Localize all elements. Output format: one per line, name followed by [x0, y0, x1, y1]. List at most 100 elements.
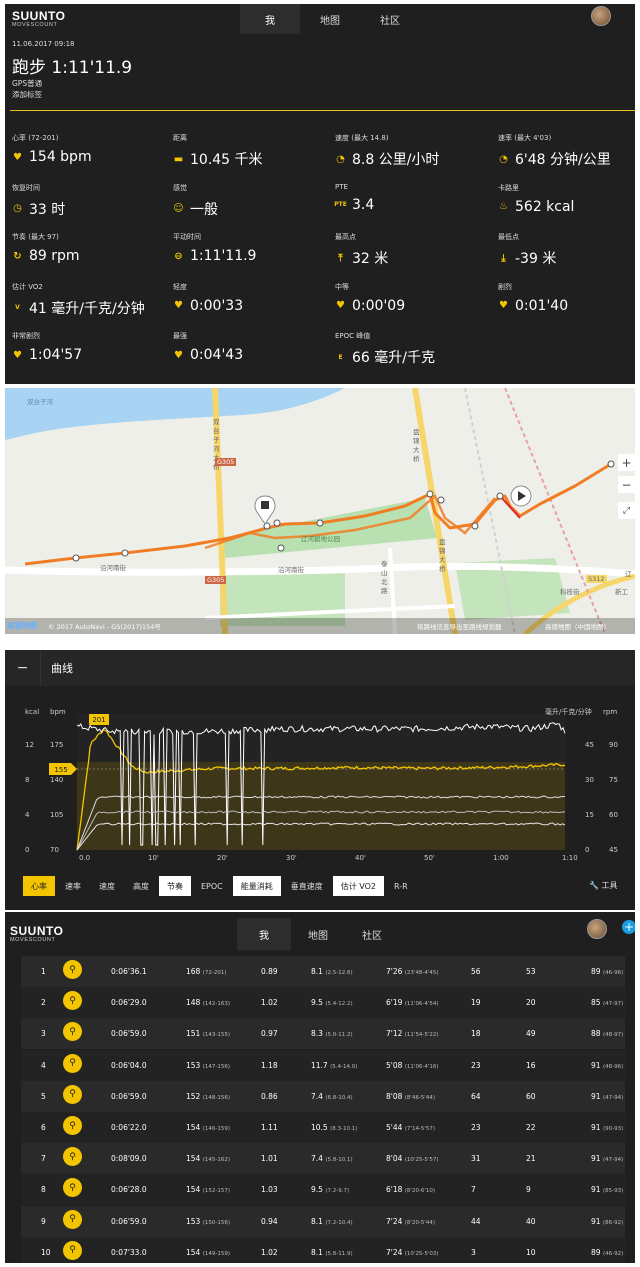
map-canvas[interactable]	[5, 388, 635, 634]
tools-label: 工具	[601, 881, 618, 890]
kcal-tick: 0	[25, 846, 29, 854]
nav-tab-community[interactable]: 社区	[360, 4, 420, 34]
lap-duration: 0:07'33.0	[111, 1247, 147, 1257]
suunto-logo[interactable]: SUUNTO MOVESCOUNT	[12, 9, 65, 28]
smiley-icon: ☺	[173, 203, 184, 214]
lap-speed: 8.1 (7.2-10.4)	[311, 1217, 353, 1226]
table-row[interactable]: 10 ⚲ 0:07'33.0 154 (149-159) 1.02 8.1 (5.8-11…	[21, 1236, 625, 1263]
lap-cad-value: 85	[591, 998, 601, 1008]
lap-cadence: 91 (86-92)	[591, 1217, 623, 1226]
nav-tab-map[interactable]: 地图	[300, 4, 360, 34]
metric-chip[interactable]: 心率	[23, 876, 55, 896]
stat-label: 距离	[173, 134, 187, 142]
avatar[interactable]	[591, 6, 611, 26]
lap-number: 5	[41, 1091, 46, 1101]
lap-pte: 1.01	[261, 1154, 278, 1164]
tools-button[interactable]: 🔧 工具	[589, 880, 618, 891]
metric-chip[interactable]: 速度	[91, 876, 123, 896]
nav-tab-me-2[interactable]: 我	[237, 918, 291, 950]
table-row[interactable]: 9 ⚲ 0:06'59.0 153 (150-156) 0.94 8.1 (7.2-10.…	[21, 1205, 625, 1237]
lap-cad-range: (48-96)	[602, 1063, 624, 1070]
rpm-tick: 45	[609, 846, 618, 854]
lap-heart-rate: 168 (72-201)	[186, 967, 227, 976]
fullscreen-icon[interactable]: ⤢	[618, 502, 635, 519]
top-nav-2: SUUNTO MOVESCOUNT 我 地图 社区 +	[5, 912, 635, 954]
lap-speed-value: 7.4	[311, 1154, 323, 1164]
lap-speed-range: (7.2-10.4)	[325, 1219, 353, 1226]
pace-tick: 0	[585, 846, 589, 854]
lap-cadence: 91 (47-94)	[591, 1092, 623, 1101]
table-row[interactable]: 6 ⚲ 0:06'22.0 154 (146-159) 1.11 10.5 (8.3-10…	[21, 1112, 625, 1143]
nav-tab-community-2[interactable]: 社区	[345, 918, 399, 950]
lap-hr-value: 154	[186, 1185, 201, 1195]
table-row[interactable]: 7 ⚲ 0:08'09.0 154 (145-162) 1.01 7.4 (5.8-10.…	[21, 1143, 625, 1175]
stat-value: 32 米	[352, 251, 389, 267]
map-source[interactable]: 高德地图（中国地图）	[545, 621, 610, 631]
curve-chart[interactable]: kcal bpm 毫升/千克/分钟 rpm 12 8 4 0 175 140 105 70 45 30 15…	[5, 702, 635, 872]
rpm-tick: 75	[609, 776, 618, 784]
map-label-street-b: 沿河南街	[278, 566, 304, 574]
table-row[interactable]: 2 ⚲ 0:06'29.0 148 (142-163) 1.02 9.5 (5.4-12.…	[21, 987, 625, 1019]
metric-chip[interactable]: 能量消耗	[232, 876, 281, 896]
metric-chip[interactable]: EPOC	[193, 876, 231, 896]
add-button[interactable]: +	[622, 920, 635, 934]
stat-label: 最低点	[498, 233, 519, 241]
stat-value: -39 米	[515, 251, 557, 267]
nav-tab-me[interactable]: 我	[240, 4, 300, 34]
amap-logo: 高德地图	[7, 621, 37, 630]
avatar-2[interactable]	[587, 919, 607, 939]
metric-chip[interactable]: 估计 VO2	[332, 876, 385, 896]
zoom-out-button[interactable]: −	[618, 476, 635, 493]
table-row[interactable]: 3 ⚲ 0:06'59.0 151 (143-155) 0.97 8.3 (5.0-11.…	[21, 1018, 625, 1050]
map-label-street: 沿河南街	[100, 564, 126, 572]
metric-chip[interactable]: 垂直速度	[283, 876, 331, 896]
table-row[interactable]: 4 ⚲ 0:06'04.0 153 (147-156) 1.18 11.7 (5.4-14…	[21, 1049, 625, 1081]
stop-icon	[261, 501, 269, 509]
divider	[10, 110, 635, 111]
lap-hr-range: (146-159)	[202, 1126, 230, 1132]
lap-descent: 53	[526, 967, 536, 976]
arrow-up-icon: ⤒	[338, 252, 343, 264]
lap-speed-range: (5.4-14.0)	[330, 1063, 358, 1070]
metric-chip[interactable]: 高度	[125, 876, 157, 896]
stat-item: 非常剧烈 ♥ 1:04'57	[12, 331, 82, 363]
lap-pace: 8'08 (8'46-5'44)	[386, 1092, 435, 1101]
lap-speed: 8.3 (5.0-11.2)	[311, 1029, 353, 1038]
lap-number: 7	[41, 1154, 46, 1164]
lap-hr-value: 152	[186, 1091, 201, 1101]
lap-hr-value: 148	[186, 998, 201, 1008]
metric-chip[interactable]: 节奏	[159, 876, 191, 896]
nav-tab-map-2[interactable]: 地图	[291, 918, 345, 950]
stat-label: 估计 VO2	[12, 282, 43, 291]
logo-text: SUUNTO	[12, 9, 66, 23]
lap-descent: 21	[526, 1154, 536, 1164]
rpm-tick: 90	[609, 741, 618, 749]
nav-tabs-2: 我 地图 社区	[237, 918, 399, 950]
route-map[interactable]: 双台子河 双台子河大桥 盘锦大桥 G305 G305 辽河碧地公园 沿河南街 沿…	[5, 388, 635, 634]
hr-max-label: 201	[92, 716, 105, 724]
stat-item: 速度 (最大 14.8) ◔ 8.8 公里/小时	[335, 133, 439, 169]
lap-pte: 1.18	[261, 1060, 278, 1070]
lap-number: 3	[41, 1029, 46, 1039]
stat-item: 最强 ♥ 0:04'43	[173, 331, 243, 363]
zoom-in-button[interactable]: +	[618, 454, 635, 471]
hr-avg-label: 155	[54, 766, 67, 774]
table-row[interactable]: 8 ⚲ 0:06'28.0 154 (152-157) 1.03 9.5 (7.2-9.7…	[21, 1174, 625, 1206]
collapse-button[interactable]: −	[5, 650, 41, 686]
lap-number: 8	[41, 1185, 46, 1195]
stat-item: 中等 ♥ 0:00'09	[335, 282, 405, 314]
export-route-link[interactable]: 将路线信息导出至路线规划器	[417, 621, 502, 631]
lap-duration: 0:06'59.0	[111, 1029, 147, 1039]
lap-speed: 7.4 (6.8-10.4)	[311, 1092, 353, 1101]
lap-pte: 1.11	[261, 1123, 278, 1132]
add-tag-link[interactable]: 添加标签	[12, 89, 42, 100]
wrench-icon: 🔧	[589, 881, 599, 890]
metric-chip[interactable]: R-R	[386, 876, 416, 896]
table-row[interactable]: 5 ⚲ 0:06'59.0 152 (148-156) 0.86 7.4 (6.8-10.…	[21, 1080, 625, 1112]
lap-cad-value: 91	[591, 1185, 601, 1195]
suunto-logo-2[interactable]: SUUNTO MOVESCOUNT	[10, 924, 63, 943]
table-row[interactable]: 1 ⚲ 0:06'36.1 168 (72-201) 0.89 8.1 (2.5-12.6…	[21, 956, 625, 987]
metric-chip[interactable]: 速率	[57, 876, 89, 896]
lap-pte: 0.94	[261, 1216, 278, 1226]
lap-number: 6	[41, 1123, 46, 1132]
